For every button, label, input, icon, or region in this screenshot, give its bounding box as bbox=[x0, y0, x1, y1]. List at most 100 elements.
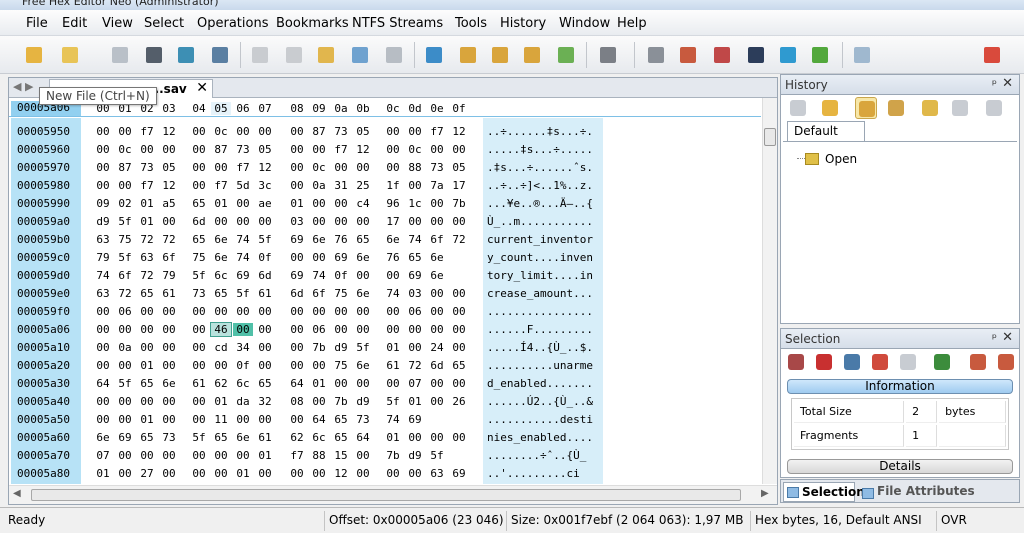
scroll-right-icon[interactable]: ▶ bbox=[761, 488, 769, 499]
hex-byte[interactable]: 00 bbox=[211, 467, 231, 480]
hex-byte[interactable]: 00 bbox=[331, 305, 351, 318]
hex-byte[interactable]: 00 bbox=[331, 377, 351, 390]
hex-row[interactable]: 00005a40 00 00 00 00 00 01 da 32 08 00 7b d9 5f 01 00 26… bbox=[9, 392, 761, 410]
history-default-tab[interactable]: Default bbox=[787, 121, 865, 141]
hex-byte[interactable]: 00 bbox=[353, 377, 373, 390]
hex-byte[interactable]: 63 bbox=[427, 467, 447, 480]
selection-import-icon[interactable] bbox=[995, 351, 1017, 373]
hex-byte[interactable]: 00 bbox=[115, 179, 135, 192]
hex-byte[interactable]: 65 bbox=[137, 431, 157, 444]
hex-byte[interactable]: 00 bbox=[211, 359, 231, 372]
menu-view[interactable]: View bbox=[102, 16, 133, 31]
hex-byte[interactable]: 01 bbox=[211, 197, 231, 210]
hex-byte[interactable]: 87 bbox=[211, 143, 231, 156]
hex-byte[interactable]: 11 bbox=[211, 413, 231, 426]
row-ascii[interactable]: ..'.........ci bbox=[487, 467, 580, 480]
hex-byte[interactable]: 00 bbox=[309, 215, 329, 228]
copy-icon[interactable] bbox=[348, 43, 372, 67]
hex-byte[interactable]: 00 bbox=[427, 215, 447, 228]
hex-byte[interactable]: 00 bbox=[427, 197, 447, 210]
hex-byte[interactable]: 76 bbox=[383, 251, 403, 264]
hex-byte[interactable]: 6e bbox=[233, 431, 253, 444]
hex-byte[interactable]: 00 bbox=[189, 413, 209, 426]
hex-byte[interactable]: 00 bbox=[383, 467, 403, 480]
hex-byte[interactable]: 69 bbox=[449, 467, 469, 480]
find-icon[interactable] bbox=[456, 43, 480, 67]
information-bar[interactable]: Information bbox=[787, 379, 1013, 394]
hex-byte[interactable]: d9 bbox=[353, 395, 373, 408]
hex-byte[interactable]: 00 bbox=[449, 323, 469, 336]
hex-byte[interactable]: 73 bbox=[189, 287, 209, 300]
row-ascii[interactable]: d_enabled....... bbox=[487, 377, 593, 390]
hex-byte[interactable]: 6e bbox=[427, 251, 447, 264]
hex-byte[interactable]: 00 bbox=[233, 197, 253, 210]
hex-byte[interactable]: 5f bbox=[353, 341, 373, 354]
hex-byte[interactable]: 01 bbox=[309, 377, 329, 390]
selection-range-icon[interactable] bbox=[869, 351, 891, 373]
hex-byte[interactable]: f7 bbox=[211, 179, 231, 192]
hex-byte[interactable]: 01 bbox=[383, 431, 403, 444]
hex-byte[interactable]: 00 bbox=[287, 143, 307, 156]
hex-byte[interactable]: a5 bbox=[159, 197, 179, 210]
hex-byte[interactable]: 46 bbox=[210, 322, 232, 337]
hex-row[interactable]: 00005a60 6e 69 65 73 5f 65 6e 61 62 6c 65 64 01 00 00 00… bbox=[9, 428, 761, 446]
selection-check-icon[interactable] bbox=[931, 351, 953, 373]
hex-byte[interactable]: 69 bbox=[287, 233, 307, 246]
hex-byte[interactable]: 01 bbox=[287, 197, 307, 210]
row-ascii[interactable]: ...¥e..®...Ä–..{ bbox=[487, 197, 593, 210]
hex-row[interactable]: 000059c0 79 5f 63 6f 75 6e 74 0f 00 00 69 6e 76 65 6e y_… bbox=[9, 248, 761, 266]
hex-byte[interactable]: 00 bbox=[115, 413, 135, 426]
hex-byte[interactable]: 6f bbox=[159, 251, 179, 264]
hex-byte[interactable]: 00 bbox=[309, 251, 329, 264]
hex-byte[interactable]: 06 bbox=[309, 323, 329, 336]
hex-byte[interactable]: 74 bbox=[233, 233, 253, 246]
hex-byte[interactable]: 00 bbox=[93, 395, 113, 408]
hex-byte[interactable]: 6e bbox=[93, 431, 113, 444]
hex-byte[interactable]: 00 bbox=[115, 323, 135, 336]
hex-byte[interactable]: 00 bbox=[93, 179, 113, 192]
hex-byte[interactable]: f7 bbox=[287, 449, 307, 462]
hex-byte[interactable]: 6f bbox=[115, 269, 135, 282]
hex-byte[interactable]: 62 bbox=[211, 377, 231, 390]
hex-byte[interactable]: 00 bbox=[383, 143, 403, 156]
hex-byte[interactable]: 0a bbox=[309, 179, 329, 192]
hex-byte[interactable]: 61 bbox=[159, 287, 179, 300]
clear-selection-icon[interactable] bbox=[813, 351, 835, 373]
scroll-left-icon[interactable]: ◀ bbox=[13, 488, 21, 499]
hex-byte[interactable]: 00 bbox=[93, 341, 113, 354]
menu-help[interactable]: Help bbox=[617, 16, 647, 31]
go-to-icon[interactable] bbox=[596, 43, 620, 67]
hex-byte[interactable]: 61 bbox=[189, 377, 209, 390]
hex-byte[interactable]: 0c bbox=[211, 125, 231, 138]
row-ascii[interactable]: .....‡s...÷..... bbox=[487, 143, 593, 156]
row-ascii[interactable]: current_inventor bbox=[487, 233, 593, 246]
hex-byte[interactable]: 00 bbox=[159, 215, 179, 228]
hex-byte[interactable]: 00 bbox=[159, 143, 179, 156]
history-tree-icon[interactable] bbox=[855, 97, 877, 119]
hex-byte[interactable]: 08 bbox=[287, 395, 307, 408]
hex-byte[interactable]: 6e bbox=[427, 269, 447, 282]
hex-byte[interactable]: 00 bbox=[189, 395, 209, 408]
hex-byte[interactable]: 00 bbox=[287, 305, 307, 318]
close-tab-icon[interactable]: ✕ bbox=[196, 80, 208, 96]
hex-byte[interactable]: 12 bbox=[331, 467, 351, 480]
hex-byte[interactable]: 1f bbox=[383, 179, 403, 192]
hex-byte[interactable]: 12 bbox=[255, 161, 275, 174]
vertical-scrollbar[interactable] bbox=[762, 98, 777, 484]
hex-byte[interactable]: 6f bbox=[427, 233, 447, 246]
hex-byte[interactable]: 65 bbox=[137, 377, 157, 390]
hex-row[interactable]: 000059d0 74 6f 72 79 5f 6c 69 6d 69 74 0f 00 00 69 6e to… bbox=[9, 266, 761, 284]
hex-byte[interactable]: 5f bbox=[115, 377, 135, 390]
hex-byte[interactable]: cd bbox=[211, 341, 231, 354]
app-logo-icon[interactable] bbox=[980, 43, 1004, 67]
hex-byte[interactable]: 01 bbox=[137, 215, 157, 228]
hex-byte[interactable]: 01 bbox=[137, 359, 157, 372]
hex-byte[interactable]: 27 bbox=[137, 467, 157, 480]
hex-byte[interactable]: 6e bbox=[353, 359, 373, 372]
hex-byte[interactable]: 74 bbox=[383, 287, 403, 300]
hex-byte[interactable]: 01 bbox=[93, 467, 113, 480]
hex-byte[interactable]: 05 bbox=[353, 125, 373, 138]
hex-byte[interactable]: 00 bbox=[189, 341, 209, 354]
hex-byte[interactable]: 00 bbox=[331, 323, 351, 336]
hex-byte[interactable]: 0f bbox=[255, 251, 275, 264]
